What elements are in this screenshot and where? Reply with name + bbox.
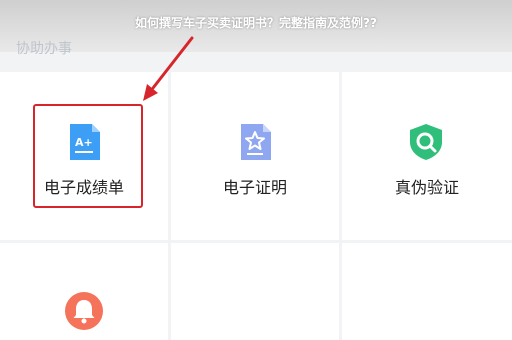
annotation-arrow-icon bbox=[143, 36, 194, 101]
